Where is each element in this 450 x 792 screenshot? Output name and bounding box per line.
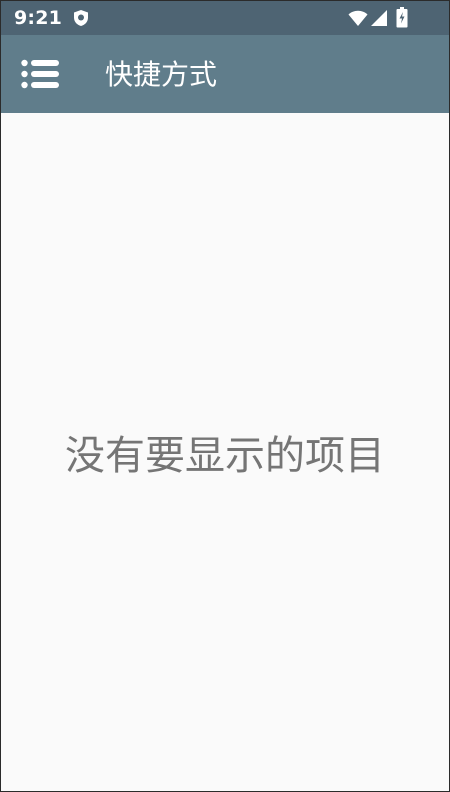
signal-icon: [371, 10, 387, 26]
app-window: 9:21 快捷方式 没有要显示的项目: [0, 0, 450, 792]
status-bar: 9:21: [1, 1, 449, 35]
status-time: 9:21: [14, 7, 63, 29]
app-bar: 快捷方式: [1, 35, 449, 113]
page-title: 快捷方式: [105, 58, 218, 91]
menu-button[interactable]: [13, 49, 63, 99]
wifi-icon: [348, 10, 368, 26]
shield-icon: [74, 10, 88, 26]
shortcut-list: 没有要显示的项目: [1, 113, 449, 791]
empty-state-message: 没有要显示的项目: [65, 433, 385, 479]
menu-icon: [21, 59, 59, 89]
battery-icon: [396, 7, 408, 28]
